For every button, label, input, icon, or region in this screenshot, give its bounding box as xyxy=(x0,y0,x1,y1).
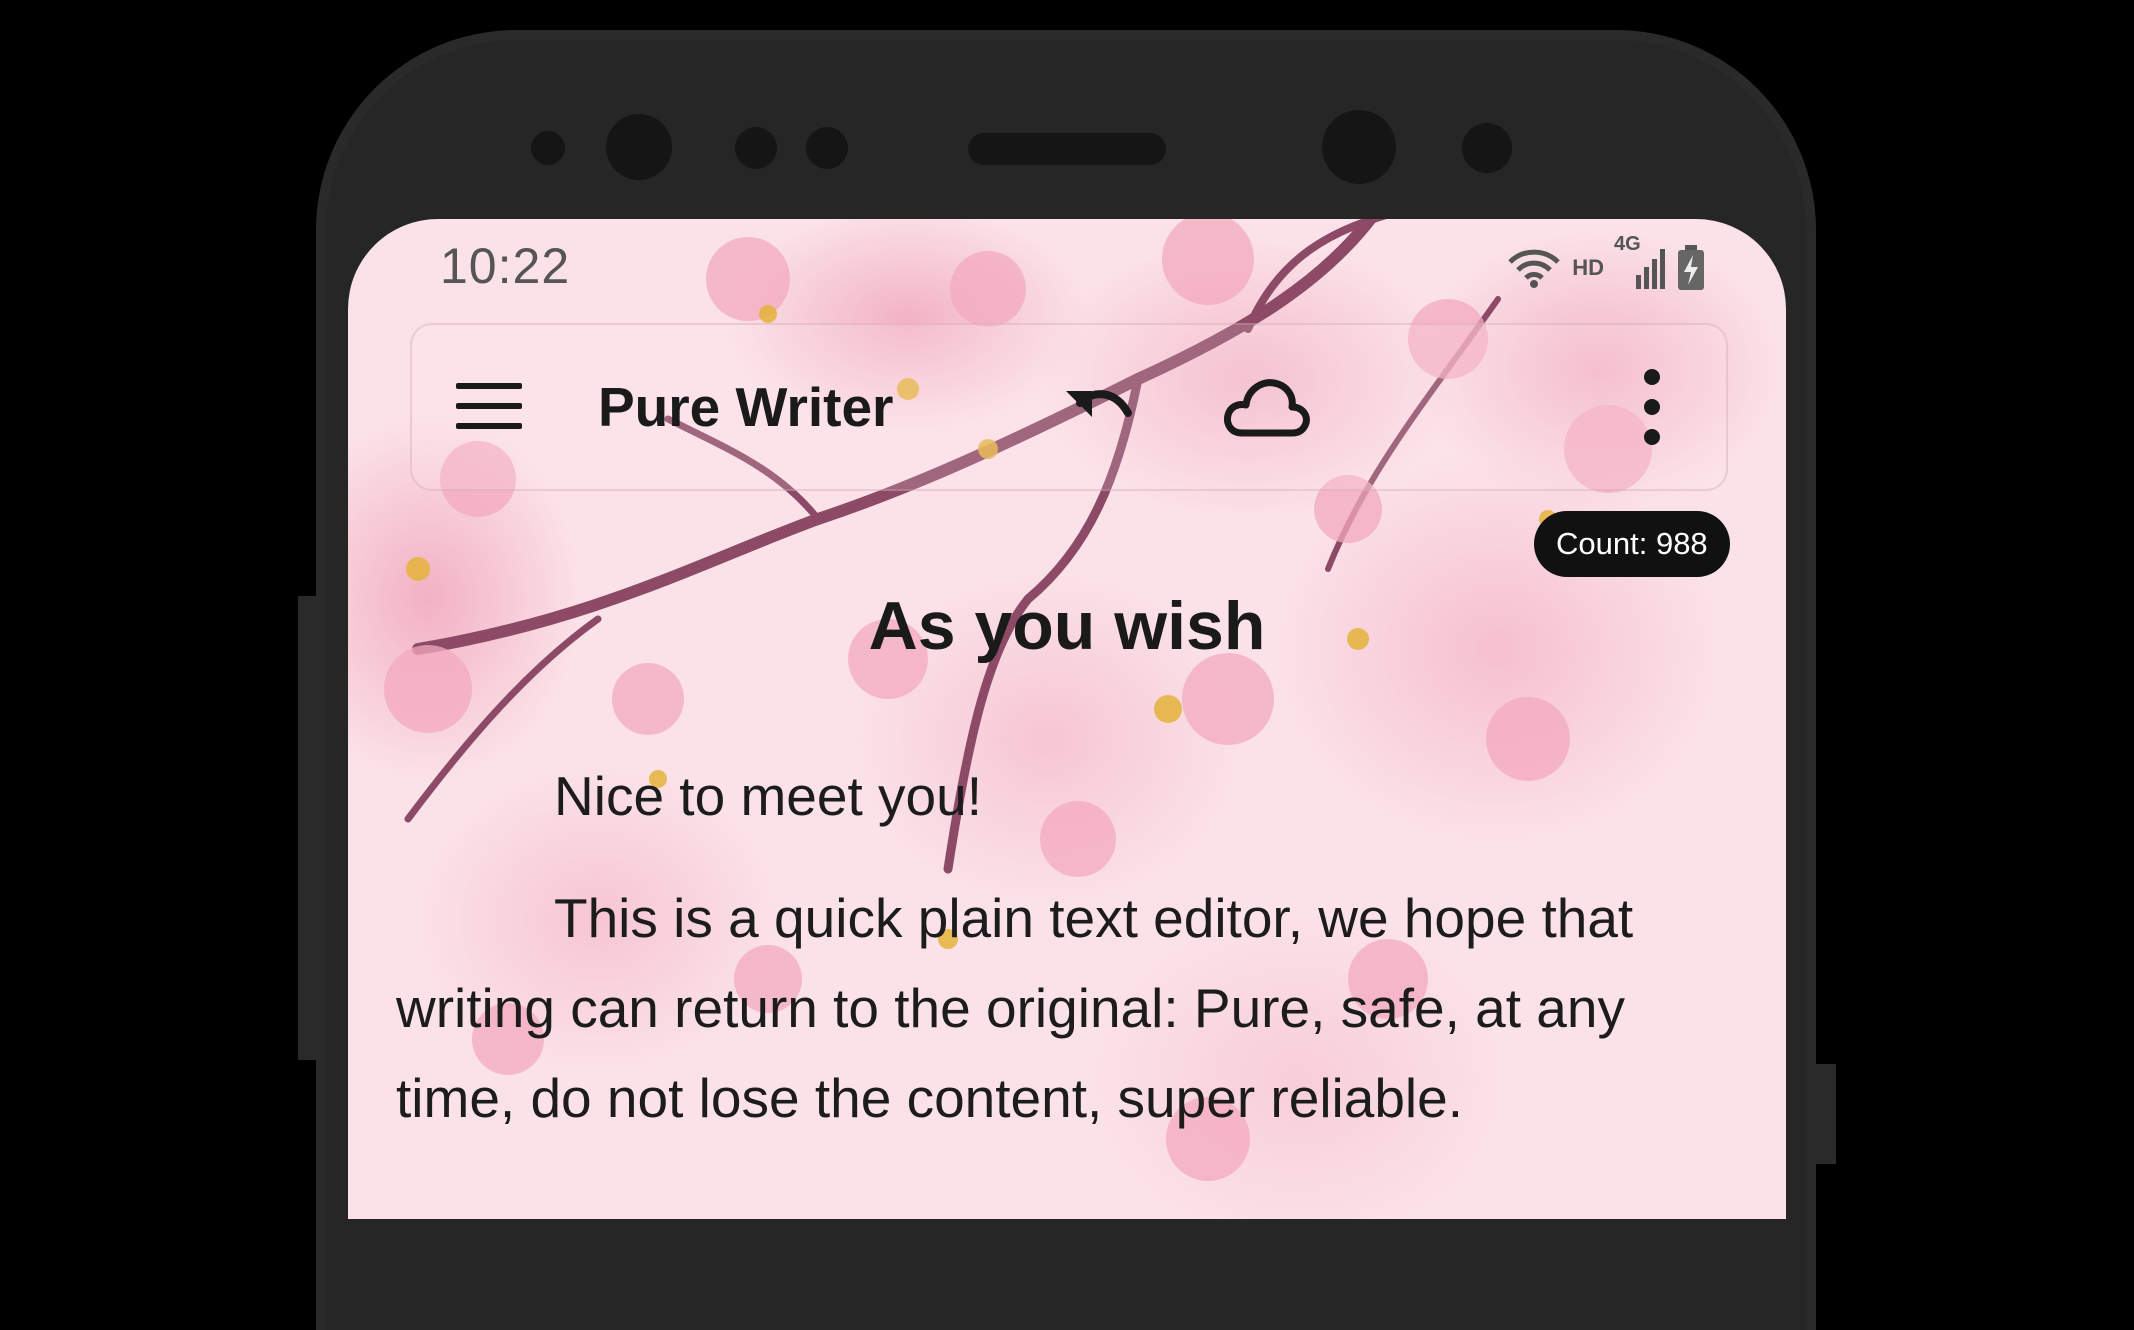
more-options-button[interactable] xyxy=(1634,361,1670,453)
cloud-icon xyxy=(1224,379,1310,437)
battery-charging-icon xyxy=(1678,245,1704,290)
app-title: Pure Writer xyxy=(598,376,894,438)
menu-icon xyxy=(456,383,522,429)
front-camera xyxy=(606,114,672,180)
front-sensor xyxy=(1462,123,1512,173)
cloud-sync-button[interactable] xyxy=(1222,369,1310,445)
document-body[interactable]: Nice to meet you! This is a quick plain … xyxy=(396,751,1676,1175)
undo-button[interactable] xyxy=(1060,369,1136,445)
hd-label: HD xyxy=(1572,255,1604,280)
menu-button[interactable] xyxy=(456,381,522,431)
document-title[interactable]: As you wish xyxy=(348,587,1786,665)
app-screen: 10:22 HD 4G Pure Writer Count: 988 As yo… xyxy=(348,219,1786,1219)
side-button-left xyxy=(298,596,318,1060)
earpiece-speaker xyxy=(968,133,1166,165)
word-count-badge: Count: 988 xyxy=(1534,511,1730,577)
status-icons: HD 4G xyxy=(1506,233,1706,291)
front-sensor xyxy=(735,127,777,169)
front-sensor xyxy=(531,131,565,165)
signal-icon: 4G xyxy=(1614,233,1666,291)
front-sensor xyxy=(806,127,848,169)
more-vert-icon xyxy=(1644,369,1660,445)
paragraph: This is a quick plain text editor, we ho… xyxy=(396,887,1634,1129)
front-camera xyxy=(1322,110,1396,184)
app-toolbar: Pure Writer xyxy=(410,323,1728,491)
status-time: 10:22 xyxy=(440,238,571,294)
side-button-right xyxy=(1816,1064,1836,1164)
wifi-icon xyxy=(1508,249,1560,288)
paragraph: Nice to meet you! xyxy=(554,765,982,827)
undo-icon xyxy=(1066,390,1132,417)
